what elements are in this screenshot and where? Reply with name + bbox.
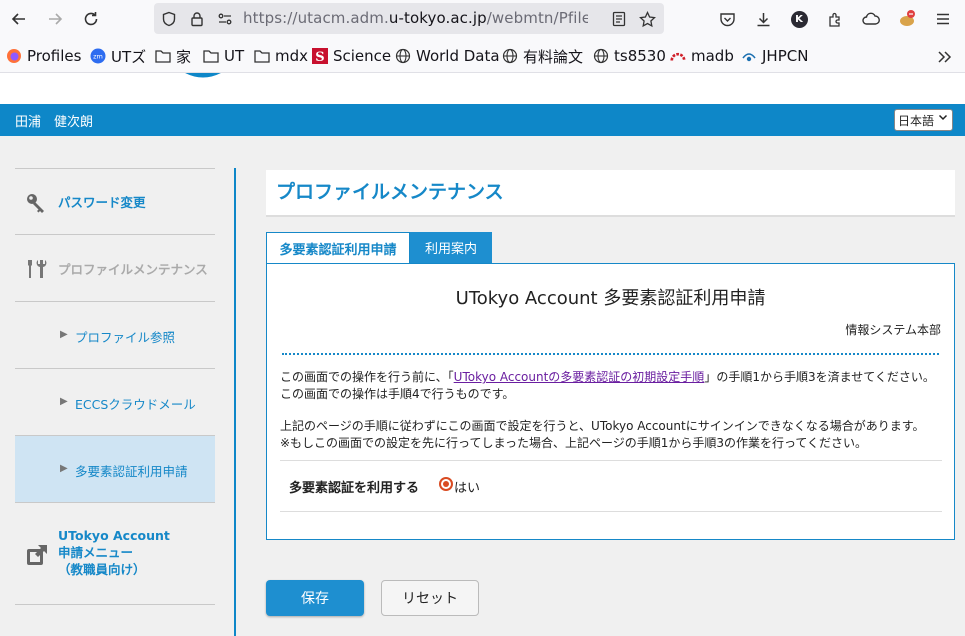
bookmark-jhpcn[interactable]: JHPCN bbox=[741, 46, 808, 66]
folder-icon bbox=[254, 48, 270, 64]
sidebar-item-label: ECCSクラウドメール bbox=[75, 397, 196, 412]
sidebar-item-label: プロファイルメンテナンス bbox=[58, 262, 208, 277]
save-button[interactable]: 保存 bbox=[266, 580, 364, 616]
sidebar-item-password-change[interactable]: パスワード変更 bbox=[15, 168, 215, 235]
page-title-box: プロファイルメンテナンス bbox=[266, 170, 955, 217]
form-title: UTokyo Account 多要素認証利用申請 bbox=[455, 288, 766, 309]
instruction-text: この画面での操作は手順4で行うものです。 bbox=[280, 387, 515, 401]
science-logo-icon: S bbox=[312, 48, 328, 64]
extension-badge-icon[interactable] bbox=[895, 7, 919, 31]
bookmark-folder-mdx[interactable]: mdx bbox=[254, 46, 308, 66]
bookmark-madb[interactable]: madb bbox=[670, 46, 734, 66]
mfa-yes-radio[interactable] bbox=[439, 477, 453, 491]
bookmark-folder-ut[interactable]: UT bbox=[203, 46, 244, 66]
instruction-text: 」の手順1から手順3を済ませてください。 bbox=[704, 370, 935, 384]
bookmark-ts8530[interactable]: ts8530 bbox=[593, 46, 666, 66]
globe-icon bbox=[395, 48, 411, 64]
mfa-field-label: 多要素認証を利用する bbox=[289, 481, 420, 496]
language-select[interactable]: 日本語 bbox=[894, 109, 953, 131]
user-name: 田浦 健次朗 bbox=[15, 115, 94, 130]
tools-icon bbox=[25, 257, 49, 284]
reset-button[interactable]: リセット bbox=[381, 580, 479, 616]
sidebar-item-eccs-cloud-mail[interactable]: ▶ ECCSクラウドメール bbox=[15, 368, 215, 436]
web-page: 田浦 健次朗 日本語 パスワード変更 プロファイルメンテナンス ▶ プロファイル… bbox=[0, 73, 965, 636]
triangle-right-icon: ▶ bbox=[60, 396, 68, 407]
sidebar-divider bbox=[234, 168, 236, 636]
menu-hamburger-icon[interactable] bbox=[931, 7, 955, 31]
cloud-sync-icon[interactable] bbox=[859, 7, 883, 31]
browser-toolbar: https://utacm.adm.u-tokyo.ac.jp/webmtn/P… bbox=[0, 0, 965, 38]
bookmark-profiles[interactable]: Profiles bbox=[6, 46, 81, 66]
user-header-bar: 田浦 健次朗 日本語 bbox=[0, 104, 965, 136]
jhpcn-logo-icon bbox=[741, 48, 757, 64]
downloads-icon[interactable] bbox=[751, 7, 775, 31]
lock-icon[interactable] bbox=[188, 10, 206, 28]
warning-text: ※もしこの画面での設定を先に行ってしまった場合、上記ページの手順1から手順3の作… bbox=[280, 436, 868, 450]
tab-mfa-application[interactable]: 多要素認証利用申請 bbox=[266, 232, 410, 264]
bookmark-world-data[interactable]: World Data bbox=[395, 46, 500, 66]
bookmark-science[interactable]: S Science bbox=[312, 46, 391, 66]
sidebar-item-profile-view[interactable]: ▶ プロファイル参照 bbox=[15, 301, 215, 369]
instruction-text: この画面での操作を行う前に、「 bbox=[280, 370, 454, 384]
svg-text:S: S bbox=[315, 50, 324, 64]
warning-paragraph: 上記のページの手順に従わずにこの画面で設定を行うと、UTokyo Account… bbox=[280, 418, 925, 452]
mfa-yes-label[interactable]: はい bbox=[454, 477, 480, 496]
sidebar-item-label: プロファイル参照 bbox=[75, 330, 176, 345]
form-divider bbox=[280, 460, 942, 461]
url-text[interactable]: https://utacm.adm.u-tokyo.ac.jp/webmtn/P… bbox=[243, 9, 588, 27]
setup-procedure-link[interactable]: UTokyo Accountの多要素認証の初期設定手順 bbox=[454, 370, 705, 384]
sidebar-item-label: UTokyo Account 申請メニュー （教職員向け） bbox=[58, 528, 170, 577]
firefox-icon bbox=[6, 48, 22, 64]
permissions-icon[interactable] bbox=[216, 10, 234, 28]
sidebar-item-label: パスワード変更 bbox=[58, 195, 146, 210]
reload-icon[interactable] bbox=[79, 7, 103, 31]
madb-gauge-icon bbox=[670, 48, 686, 64]
shield-icon[interactable] bbox=[160, 10, 178, 28]
chevron-down-icon bbox=[938, 112, 948, 125]
page-title: プロファイルメンテナンス bbox=[276, 181, 504, 203]
pocket-icon[interactable] bbox=[715, 7, 739, 31]
page-header-strip bbox=[0, 73, 965, 104]
language-select-value: 日本語 bbox=[898, 114, 935, 128]
form-divider bbox=[280, 511, 942, 512]
sidebar-item-label: 多要素認証利用申請 bbox=[75, 464, 188, 479]
back-arrow-icon[interactable] bbox=[7, 7, 31, 31]
address-bar[interactable]: https://utacm.adm.u-tokyo.ac.jp/webmtn/P… bbox=[154, 3, 664, 34]
extensions-icon[interactable] bbox=[823, 7, 847, 31]
folder-icon bbox=[203, 48, 219, 64]
external-link-icon bbox=[25, 543, 49, 570]
forward-arrow-icon[interactable] bbox=[43, 7, 67, 31]
more-bookmarks-chevron-icon[interactable] bbox=[937, 47, 953, 67]
sidebar-item-utokyo-account-menu[interactable]: UTokyo Account 申請メニュー （教職員向け） bbox=[15, 502, 215, 605]
sidebar-item-profile-maintenance[interactable]: プロファイルメンテナンス bbox=[15, 234, 215, 302]
bookmark-utzoom[interactable]: zm UTズ bbox=[90, 46, 146, 66]
triangle-right-icon: ▶ bbox=[60, 463, 68, 474]
globe-icon bbox=[593, 48, 609, 64]
warning-text: 上記のページの手順に従わずにこの画面で設定を行うと、UTokyo Account… bbox=[280, 419, 925, 433]
bookmarks-toolbar: Profiles zm UTズ 家 UT mdx S Science World D… bbox=[0, 38, 965, 73]
triangle-right-icon: ▶ bbox=[60, 329, 68, 340]
svg-text:zm: zm bbox=[93, 53, 103, 61]
bookmark-paid-papers[interactable]: 有料論文 bbox=[502, 46, 583, 66]
zoom-icon: zm bbox=[90, 48, 106, 64]
globe-icon bbox=[502, 48, 518, 64]
tab-usage-guide[interactable]: 利用案内 bbox=[410, 232, 492, 263]
key-icon bbox=[25, 191, 49, 218]
reader-view-icon[interactable] bbox=[610, 10, 628, 28]
bookmark-star-icon[interactable] bbox=[638, 10, 656, 28]
university-logo-icon bbox=[185, 73, 221, 78]
department-name: 情報システム本部 bbox=[845, 323, 941, 337]
account-avatar-icon[interactable]: K bbox=[787, 7, 811, 31]
folder-icon bbox=[155, 48, 171, 64]
mfa-form-panel: UTokyo Account 多要素認証利用申請 情報システム本部 この画面での… bbox=[266, 263, 955, 540]
sidebar-item-mfa-application[interactable]: ▶ 多要素認証利用申請 bbox=[15, 435, 215, 503]
bookmark-folder-home[interactable]: 家 bbox=[155, 46, 191, 66]
instruction-paragraph-1: この画面での操作を行う前に、「UTokyo Accountの多要素認証の初期設定… bbox=[280, 369, 935, 403]
dotted-divider bbox=[282, 353, 939, 355]
